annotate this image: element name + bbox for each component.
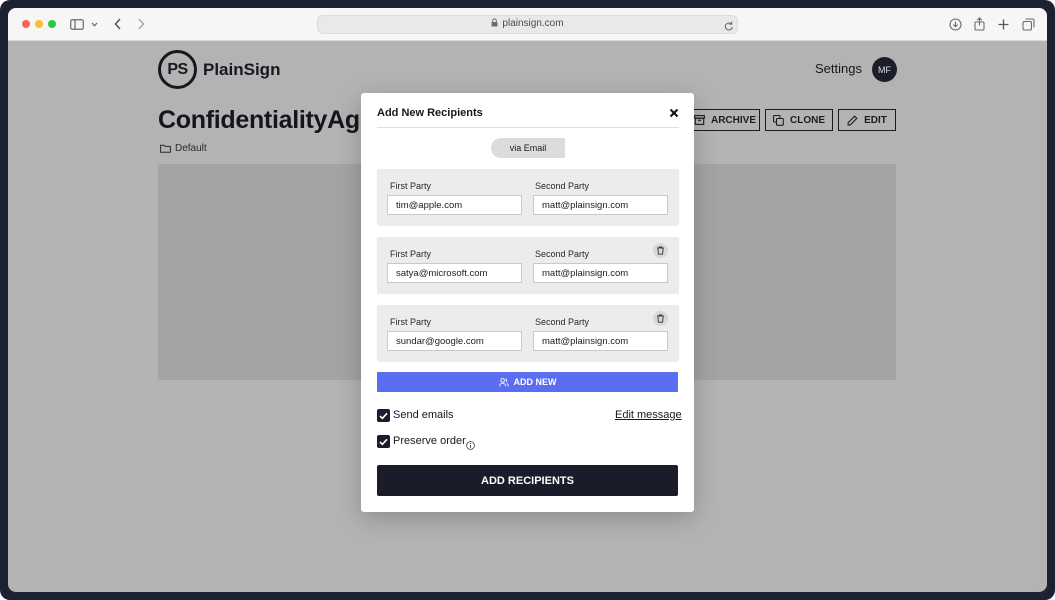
- second-party-email-field[interactable]: [533, 195, 668, 215]
- info-icon[interactable]: [466, 437, 475, 450]
- sidebar-icon[interactable]: [70, 16, 84, 32]
- add-recipients-button[interactable]: ADD RECIPIENTS: [377, 465, 678, 496]
- app-logo[interactable]: PS PlainSign: [158, 50, 280, 89]
- logo-text: PlainSign: [203, 59, 281, 79]
- new-tab-icon[interactable]: [998, 16, 1009, 32]
- tabs-overview-icon[interactable]: [1022, 16, 1035, 32]
- clone-label: CLONE: [790, 114, 825, 126]
- folder-name: Default: [175, 143, 207, 154]
- back-icon[interactable]: [114, 16, 122, 32]
- preserve-order-checkbox[interactable]: [377, 435, 390, 448]
- lock-icon: [491, 18, 498, 27]
- address-bar-text: plainsign.com: [318, 18, 737, 29]
- clone-button[interactable]: CLONE: [765, 109, 833, 131]
- send-emails-label: Send emails: [393, 409, 454, 421]
- preserve-order-label: Preserve order: [393, 435, 466, 447]
- settings-link[interactable]: Settings: [815, 61, 862, 76]
- zoom-window-button[interactable]: [48, 20, 56, 28]
- modal-divider: [377, 127, 679, 128]
- folder-icon: [160, 144, 171, 153]
- forward-icon[interactable]: [137, 16, 145, 32]
- recipient-row: First Party Second Party: [377, 169, 679, 226]
- second-party-email-field[interactable]: [533, 331, 668, 351]
- url-text: plainsign.com: [502, 18, 564, 29]
- recipient-row: First Party Second Party: [377, 305, 679, 362]
- add-new-button[interactable]: ADD NEW: [377, 372, 678, 392]
- archive-button[interactable]: ARCHIVE: [690, 109, 760, 131]
- close-icon[interactable]: [667, 106, 681, 120]
- first-party-label: First Party: [390, 249, 432, 259]
- add-new-label: ADD NEW: [513, 377, 557, 387]
- modal-title: Add New Recipients: [377, 107, 483, 119]
- archive-label: ARCHIVE: [710, 114, 756, 126]
- second-party-label: Second Party: [535, 317, 590, 327]
- edit-message-link[interactable]: Edit message: [615, 409, 682, 421]
- second-party-label: Second Party: [535, 249, 590, 259]
- download-icon[interactable]: [949, 16, 962, 32]
- add-recipients-modal: Add New Recipients via Email First Party…: [361, 93, 694, 512]
- second-party-label: Second Party: [535, 181, 590, 191]
- send-emails-checkbox[interactable]: [377, 409, 390, 422]
- reload-icon[interactable]: [724, 19, 734, 37]
- first-party-label: First Party: [390, 317, 432, 327]
- edit-label: EDIT: [864, 114, 887, 126]
- minimize-window-button[interactable]: [35, 20, 43, 28]
- logo-mark: PS: [158, 50, 197, 89]
- first-party-label: First Party: [390, 181, 432, 191]
- archive-icon: [694, 115, 705, 125]
- checkmark-icon: [379, 412, 388, 420]
- add-user-icon: [498, 377, 509, 386]
- recipient-row: First Party Second Party: [377, 237, 679, 294]
- first-party-email-field[interactable]: [387, 331, 522, 351]
- screen-frame: plainsign.com PS PlainSign Settings MF C…: [0, 0, 1055, 600]
- clone-icon: [773, 114, 784, 126]
- checkmark-icon: [379, 438, 388, 446]
- share-icon[interactable]: [974, 16, 985, 32]
- first-party-email-field[interactable]: [387, 195, 522, 215]
- browser-toolbar: plainsign.com: [8, 8, 1047, 41]
- browser-window: plainsign.com PS PlainSign Settings MF C…: [8, 8, 1047, 592]
- document-title: ConfidentialityAgre: [158, 106, 383, 134]
- tab-via-email[interactable]: via Email: [491, 138, 565, 158]
- close-window-button[interactable]: [22, 20, 30, 28]
- edit-button[interactable]: EDIT: [838, 109, 896, 131]
- avatar[interactable]: MF: [872, 57, 897, 82]
- folder-breadcrumb[interactable]: Default: [160, 143, 207, 154]
- trash-icon[interactable]: [653, 243, 668, 258]
- pencil-icon: [847, 114, 858, 125]
- second-party-email-field[interactable]: [533, 263, 668, 283]
- first-party-email-field[interactable]: [387, 263, 522, 283]
- trash-icon[interactable]: [653, 311, 668, 326]
- address-bar[interactable]: plainsign.com: [317, 15, 738, 34]
- chevron-down-icon[interactable]: [91, 16, 98, 32]
